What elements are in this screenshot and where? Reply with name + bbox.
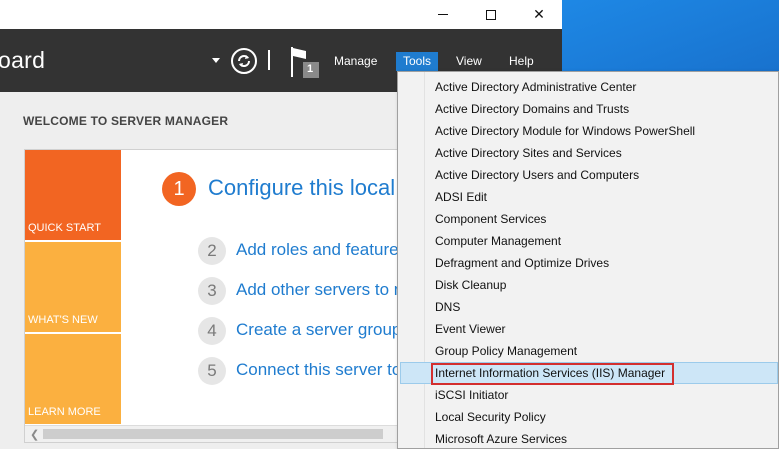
menu-item[interactable]: Active Directory Users and Computers [400,164,778,186]
steps-area: 1 Configure this local server 2 Add role… [25,150,397,424]
close-icon: ✕ [533,6,545,22]
menu-help[interactable]: Help [502,52,541,71]
menu-item[interactable]: Component Services [400,208,778,230]
menu-item[interactable]: Active Directory Sites and Services [400,142,778,164]
refresh-icon[interactable] [231,48,257,74]
step-link-add-roles[interactable]: Add roles and features [236,240,397,260]
menu-item[interactable]: Active Directory Module for Windows Powe… [400,120,778,142]
welcome-heading: WELCOME TO SERVER MANAGER [23,114,229,128]
notifications-flag-icon[interactable]: 1 [290,45,320,79]
highlight-annotation-box [431,363,674,385]
step-number: 3 [198,277,226,305]
menu-item[interactable]: Active Directory Administrative Center [400,76,778,98]
step-number: 2 [198,237,226,265]
step-number: 1 [162,172,196,206]
menu-item[interactable]: Event Viewer [400,318,778,340]
step-link-create-group[interactable]: Create a server group [236,320,397,340]
minimize-icon [438,14,448,15]
minimize-button[interactable] [420,0,466,29]
maximize-icon [486,9,496,20]
chevron-down-icon[interactable] [212,58,220,63]
scroll-left-icon[interactable]: ❮ [30,428,39,441]
menu-item[interactable]: Local Security Policy [400,406,778,428]
menu-item[interactable]: Disk Cleanup [400,274,778,296]
step-link-add-servers[interactable]: Add other servers to manage [236,280,397,300]
menu-item[interactable]: Internet Information Services (IIS) Mana… [400,362,778,385]
step-number: 5 [198,357,226,385]
step-link-connect-cloud[interactable]: Connect this server to cloud services [236,360,397,380]
close-button[interactable]: ✕ [516,0,562,29]
menu-item[interactable]: Group Policy Management [400,340,778,362]
tools-dropdown-menu: Active Directory Administrative Center Ac… [397,71,779,449]
menu-item[interactable]: ADSI Edit [400,186,778,208]
menu-item[interactable]: Active Directory Domains and Trusts [400,98,778,120]
title-bar: ✕ [0,0,562,29]
menu-view[interactable]: View [449,52,489,71]
menu-item[interactable]: Defragment and Optimize Drives [400,252,778,274]
menu-tools[interactable]: Tools [396,52,439,71]
menu-item[interactable]: Microsoft Azure Services [400,428,778,449]
menu-manage[interactable]: Manage [327,52,384,71]
menu-item[interactable]: iSCSI Initiator [400,384,778,406]
menu-item[interactable]: DNS [400,296,778,318]
toolbar-separator [268,50,270,70]
step-link-configure[interactable]: Configure this local server [208,175,397,201]
scrollbar-thumb[interactable] [43,429,383,439]
page-title: oard [0,47,46,73]
menu-item[interactable]: Computer Management [400,230,778,252]
notification-count: 1 [307,63,314,75]
step-number: 4 [198,317,226,345]
maximize-button[interactable] [468,0,514,29]
